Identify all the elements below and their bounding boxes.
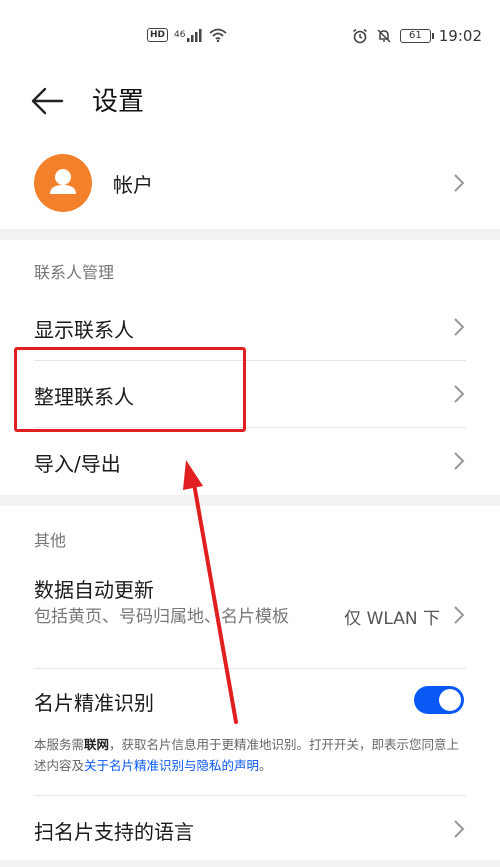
signal-icon [187, 28, 202, 42]
row-label: 导入/导出 [34, 452, 121, 476]
chevron-right-icon [454, 606, 465, 624]
wifi-icon [209, 28, 228, 42]
alarm-icon [353, 28, 367, 44]
scan-languages-row[interactable]: 扫名片支持的语言 [0, 796, 500, 860]
privacy-notice: 本服务需联网，获取名片信息用于更精准地识别。打开开关，即表示您同意上述内容及关于… [34, 734, 470, 776]
hd-badge: HD [147, 28, 169, 42]
user-icon [50, 169, 76, 194]
status-bar: HD 46 61 19:02 [0, 0, 500, 72]
row-subtitle: 包括黄页、号码归属地、名片模板 [34, 607, 289, 627]
account-row[interactable]: 帐户 [0, 152, 500, 214]
chevron-right-icon [454, 174, 465, 192]
notice-text: 。 [259, 758, 272, 773]
header: 设置 [0, 78, 500, 128]
back-button[interactable] [30, 84, 70, 120]
chevron-right-icon [454, 385, 465, 403]
chevron-right-icon [454, 820, 465, 838]
row-label: 显示联系人 [34, 318, 134, 342]
section-divider [0, 229, 500, 240]
row-value: 仅 WLAN 下 [344, 609, 440, 629]
import-export-row[interactable]: 导入/导出 [0, 428, 500, 494]
battery-indicator: 61 [400, 29, 434, 43]
chevron-right-icon [454, 318, 465, 336]
clock: 19:02 [438, 27, 482, 45]
status-indicators: HD 46 [147, 28, 228, 42]
section-header-other: 其他 [34, 531, 67, 550]
bottom-band [0, 860, 500, 867]
notice-bold: 联网 [84, 737, 110, 752]
card-recognition-toggle[interactable] [414, 686, 464, 714]
row-title: 名片精准识别 [34, 691, 154, 715]
network-type: 46 [174, 30, 186, 40]
annotation-highlight-box [14, 347, 246, 432]
section-divider [0, 495, 500, 506]
avatar [34, 154, 92, 212]
mute-icon [377, 29, 391, 43]
row-label: 扫名片支持的语言 [34, 820, 194, 844]
card-recognition-row: 名片精准识别 [0, 669, 500, 729]
page-title: 设置 [92, 87, 145, 117]
back-arrow-icon [31, 87, 64, 115]
chevron-right-icon [454, 452, 465, 470]
account-label: 帐户 [113, 173, 153, 197]
row-title: 数据自动更新 [34, 578, 154, 602]
data-auto-update-row[interactable]: 数据自动更新 包括黄页、号码归属地、名片模板 仅 WLAN 下 [0, 566, 500, 666]
section-header-contacts: 联系人管理 [34, 263, 115, 282]
status-right: 61 19:02 [352, 27, 482, 45]
privacy-statement-link[interactable]: 关于名片精准识别与隐私的声明 [84, 758, 259, 773]
notice-text: 本服务需 [34, 737, 85, 752]
